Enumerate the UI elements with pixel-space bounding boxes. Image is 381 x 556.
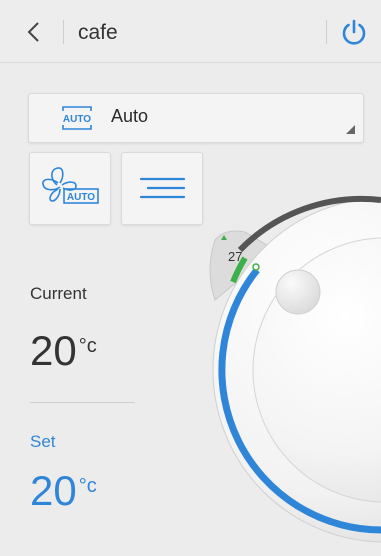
dial-grip	[275, 269, 321, 315]
fan-auto-icon-text: AUTO	[67, 192, 95, 203]
auto-mode-icon-text: AUTO	[63, 114, 91, 125]
set-label: Set	[30, 432, 56, 451]
header-separator	[63, 20, 64, 44]
device-name: cafe	[78, 21, 118, 44]
dropdown-arrow-icon	[346, 125, 355, 134]
dial-max-label: 27	[228, 249, 243, 264]
chevron-left-icon	[27, 22, 39, 42]
set-temperature-value: 20	[30, 467, 77, 514]
current-label: Current	[30, 284, 87, 303]
divider	[30, 402, 135, 403]
dial-indicator-dot	[252, 263, 260, 271]
mode-label: Auto	[111, 106, 149, 126]
fan-speed-button[interactable]: AUTO	[29, 152, 111, 225]
set-temperature-unit: °c	[78, 475, 97, 497]
mode-dropdown[interactable]: AUTO Auto	[28, 93, 364, 143]
back-button[interactable]	[24, 21, 44, 43]
power-icon	[342, 19, 366, 45]
temperature-dial[interactable]	[190, 190, 381, 556]
fan-auto-icon: AUTO	[42, 167, 99, 204]
current-temperature-value: 20	[30, 327, 77, 374]
auto-mode-icon: AUTO	[62, 106, 92, 130]
current-temperature-unit: °c	[78, 335, 97, 357]
set-temperature: 20 °c	[30, 470, 97, 512]
header-separator	[326, 20, 327, 44]
power-button[interactable]	[340, 18, 368, 46]
top-bar: cafe	[0, 0, 381, 63]
current-temperature: 20 °c	[30, 330, 97, 372]
